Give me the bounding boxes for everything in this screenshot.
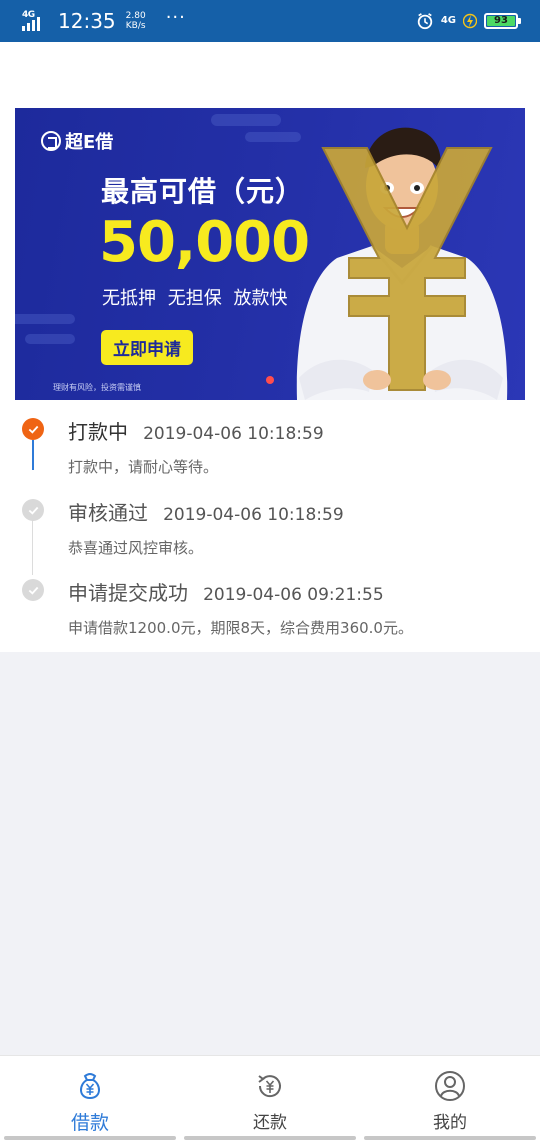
apply-now-button[interactable]: 立即申请 bbox=[101, 330, 193, 365]
timeline-time: 2019-04-06 10:18:59 bbox=[163, 505, 344, 525]
status-left: 4G 12:35 2.80 KB/s ··· bbox=[22, 6, 186, 33]
nav-item-repay[interactable]: 还款 bbox=[180, 1056, 360, 1140]
timeline-time: 2019-04-06 09:21:55 bbox=[203, 585, 384, 605]
banner-decoration bbox=[15, 314, 75, 324]
banner-person-illustration bbox=[296, 127, 508, 400]
brand-logo: 超E借 bbox=[41, 128, 113, 154]
speed-value: 2.80 bbox=[125, 11, 146, 21]
clock: 12:35 bbox=[58, 9, 116, 33]
timeline-description: 恭喜通过风控审核。 bbox=[68, 539, 204, 557]
nav-label: 还款 bbox=[253, 1113, 287, 1133]
timeline-status: 申请提交成功 bbox=[68, 581, 188, 605]
nav-item-borrow[interactable]: 借款 bbox=[0, 1056, 180, 1140]
alarm-icon bbox=[417, 13, 433, 30]
signal-icon: 4G bbox=[22, 10, 48, 32]
timeline-header: 审核通过 2019-04-06 10:18:59 bbox=[68, 497, 344, 526]
money-bag-icon bbox=[80, 1073, 100, 1100]
timeline-description: 打款中，请耐心等待。 bbox=[68, 458, 219, 476]
battery-level: 93 bbox=[487, 16, 515, 26]
check-icon bbox=[22, 499, 44, 521]
carousel-indicator[interactable] bbox=[266, 376, 274, 384]
timeline-connector-active bbox=[32, 440, 34, 470]
profile-icon bbox=[435, 1071, 465, 1101]
banner-decoration bbox=[211, 114, 281, 126]
nav-label: 我的 bbox=[433, 1113, 467, 1133]
app-screen: 4G 12:35 2.80 KB/s ··· 4G 93 超E借 最高可借（元）… bbox=[0, 0, 540, 1140]
more-icon: ··· bbox=[165, 6, 186, 28]
brand-mark-icon bbox=[41, 131, 61, 151]
nav-item-profile[interactable]: 我的 bbox=[360, 1056, 540, 1140]
check-icon bbox=[22, 418, 44, 440]
timeline-status: 审核通过 bbox=[68, 501, 148, 525]
speed-unit: KB/s bbox=[125, 21, 146, 31]
risk-disclaimer: 理财有风险，投资需谨慎 bbox=[53, 383, 141, 392]
nav-indicator bbox=[364, 1136, 536, 1140]
brand-name: 超E借 bbox=[65, 132, 114, 153]
timeline-header: 申请提交成功 2019-04-06 09:21:55 bbox=[68, 577, 384, 606]
nav-label: 借款 bbox=[70, 1112, 109, 1134]
timeline-time: 2019-04-06 10:18:59 bbox=[143, 424, 324, 444]
repay-icon bbox=[258, 1075, 281, 1098]
charging-icon bbox=[463, 13, 477, 29]
nav-indicator bbox=[4, 1136, 176, 1140]
status-right: 4G 93 bbox=[416, 12, 521, 30]
banner-tags: 无抵押 无担保 放款快 bbox=[102, 288, 288, 309]
network-4g-label: 4G bbox=[440, 15, 456, 26]
bottom-nav: 借款 还款 我的 bbox=[0, 1055, 540, 1140]
timeline-header: 打款中 2019-04-06 10:18:59 bbox=[68, 416, 324, 445]
banner-decoration bbox=[25, 334, 75, 344]
check-icon bbox=[22, 579, 44, 601]
promo-banner[interactable]: 超E借 最高可借（元） 50,000 无抵押 无担保 放款快 立即申请 理财有风… bbox=[15, 108, 525, 400]
timeline-description: 申请借款1200.0元，期限8天，综合费用360.0元。 bbox=[68, 619, 413, 637]
timeline-status: 打款中 bbox=[68, 420, 128, 444]
battery-icon: 93 bbox=[484, 13, 521, 29]
banner-title: 最高可借（元） bbox=[101, 175, 305, 208]
timeline-connector bbox=[32, 520, 33, 575]
nav-indicator bbox=[184, 1136, 356, 1140]
content-panel: 超E借 最高可借（元） 50,000 无抵押 无担保 放款快 立即申请 理财有风… bbox=[0, 42, 540, 652]
status-bar: 4G 12:35 2.80 KB/s ··· 4G 93 bbox=[0, 0, 540, 42]
network-speed: 2.80 KB/s bbox=[126, 11, 146, 31]
